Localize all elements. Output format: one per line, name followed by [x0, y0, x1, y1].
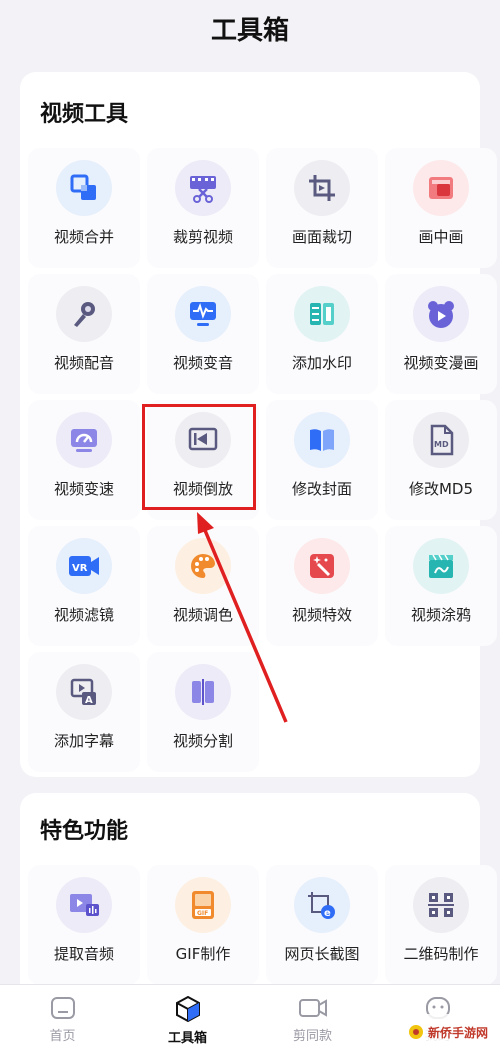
watermark-text: 新侨手游网 [427, 1025, 488, 1040]
svg-text:e: e [324, 908, 331, 919]
crop-icon [294, 160, 350, 216]
tool-web-long-screenshot[interactable]: e 网页长截图 [266, 865, 378, 985]
tool-picture-in-picture[interactable]: 画中画 [385, 148, 497, 268]
reverse-play-icon [175, 412, 231, 468]
features-title: 特色功能 [40, 819, 129, 844]
tool-label: 视频配音 [53, 354, 114, 372]
tool-label: 修改封面 [291, 480, 352, 498]
web-screenshot-icon: e [294, 877, 350, 933]
site-watermark: 新侨手游网 [400, 1014, 496, 1050]
svg-text:MD: MD [434, 440, 449, 449]
video-tools-card: 视频工具 视频合并 裁剪视频 画面裁切 画中画 视频配音 视频变音 添加水印 视… [20, 72, 497, 777]
video-tools-title: 视频工具 [40, 102, 129, 127]
nav-label: 剪同款 [292, 1029, 332, 1044]
clapper-doodle-icon [413, 538, 469, 594]
tool-crop-video[interactable]: 裁剪视频 [147, 148, 259, 268]
video-camera-icon [298, 999, 327, 1017]
tool-video-dubbing[interactable]: 视频配音 [28, 274, 140, 394]
tool-label: 裁剪视频 [172, 228, 233, 246]
page-title: 工具箱 [210, 16, 289, 46]
tool-label: 添加水印 [291, 354, 352, 372]
tool-video-effects[interactable]: 视频特效 [266, 526, 378, 646]
watermark-logo-icon [408, 1025, 423, 1039]
tool-color-grading[interactable]: 视频调色 [147, 526, 259, 646]
tool-label: 画面裁切 [291, 228, 352, 246]
features-grid: 提取音频 GIF GIF制作 e 网页长截图 二维码制作 [28, 865, 497, 991]
tool-label: 提取音频 [53, 945, 114, 963]
nav-label: 工具箱 [167, 1031, 207, 1046]
tool-extract-audio[interactable]: 提取音频 [28, 865, 140, 985]
features-card: 特色功能 提取音频 GIF GIF制作 e 网页长截图 二维码制作 [20, 793, 497, 993]
video-tools-grid: 视频合并 裁剪视频 画面裁切 画中画 视频配音 视频变音 添加水印 视频变漫画 … [28, 148, 497, 778]
film-scissors-icon [175, 160, 231, 216]
waveform-monitor-icon [175, 286, 231, 342]
nav-home[interactable]: 首页 [0, 985, 125, 1056]
tool-frame-crop[interactable]: 画面裁切 [266, 148, 378, 268]
tool-video-doodle[interactable]: 视频涂鸦 [385, 526, 497, 646]
tool-speed-change[interactable]: 视频变速 [28, 400, 140, 520]
nav-toolbox[interactable]: 工具箱 [125, 985, 250, 1056]
palette-icon [175, 538, 231, 594]
home-icon [50, 997, 75, 1019]
tool-voice-change[interactable]: 视频变音 [147, 274, 259, 394]
svg-text:VR: VR [72, 563, 88, 574]
tool-video-filter[interactable]: VR 视频滤镜 [28, 526, 140, 646]
watermark-icon [294, 286, 350, 342]
magic-wand-icon [294, 538, 350, 594]
speedometer-icon [56, 412, 112, 468]
nav-label: 首页 [49, 1029, 76, 1044]
tool-add-watermark[interactable]: 添加水印 [266, 274, 378, 394]
tool-label: 画中画 [418, 228, 464, 246]
tool-label: 视频调色 [172, 606, 233, 624]
tool-video-split[interactable]: 视频分割 [147, 652, 259, 772]
nav-same-style[interactable]: 剪同款 [250, 985, 375, 1056]
tool-label: 修改MD5 [408, 480, 474, 498]
tool-video-merge[interactable]: 视频合并 [28, 148, 140, 268]
tool-label: 视频滤镜 [53, 606, 114, 624]
tool-video-to-comic[interactable]: 视频变漫画 [385, 274, 497, 394]
tool-label: 视频涂鸦 [410, 606, 471, 624]
tool-label: 二维码制作 [403, 945, 479, 963]
audio-extract-icon [56, 877, 112, 933]
bear-play-icon [413, 286, 469, 342]
tool-qr-code[interactable]: 二维码制作 [385, 865, 497, 985]
vr-camera-icon: VR [56, 538, 112, 594]
qr-code-icon [413, 877, 469, 933]
split-icon [175, 664, 231, 720]
md5-file-icon: MD [413, 412, 469, 468]
tool-label: GIF制作 [175, 945, 231, 963]
subtitle-icon: A [56, 664, 112, 720]
tool-label: 添加字幕 [53, 732, 114, 750]
tool-label: 网页长截图 [284, 945, 360, 963]
gif-icon: GIF [175, 877, 231, 933]
microphone-icon [56, 286, 112, 342]
tool-gif-maker[interactable]: GIF GIF制作 [147, 865, 259, 985]
tool-label: 视频变速 [53, 480, 114, 498]
tool-label: 视频分割 [172, 732, 233, 750]
merge-icon [56, 160, 112, 216]
tool-video-reverse[interactable]: 视频倒放 [147, 400, 259, 520]
svg-text:A: A [85, 695, 93, 706]
tool-label: 视频合并 [53, 228, 114, 246]
tool-edit-cover[interactable]: 修改封面 [266, 400, 378, 520]
tool-label: 视频特效 [291, 606, 352, 624]
tool-edit-md5[interactable]: MD 修改MD5 [385, 400, 497, 520]
tool-add-subtitle[interactable]: A 添加字幕 [28, 652, 140, 772]
tool-label: 视频变音 [172, 354, 233, 372]
toolbox-icon [175, 995, 200, 1023]
tool-label: 视频倒放 [172, 480, 233, 498]
tool-label: 视频变漫画 [403, 354, 479, 372]
picture-in-picture-icon [413, 160, 469, 216]
svg-text:GIF: GIF [197, 910, 208, 917]
book-icon [294, 412, 350, 468]
